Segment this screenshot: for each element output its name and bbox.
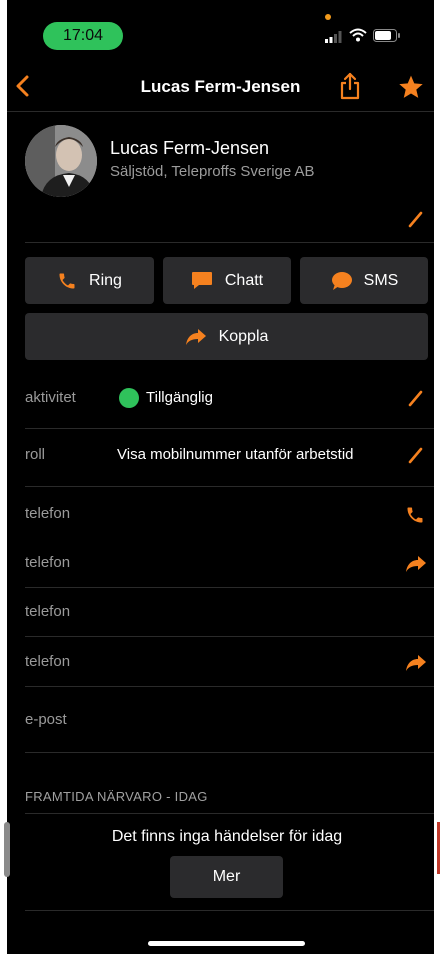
forward-arrow-icon[interactable]: [405, 654, 427, 677]
chat-label: Chatt: [224, 271, 264, 289]
phone-screen: 17:04 Lucas Ferm-Jensen Lucas Ferm-Jense…: [7, 0, 434, 954]
more-label: Mer: [212, 868, 241, 885]
edit-profile-pencil-icon[interactable]: [407, 210, 423, 233]
star-icon[interactable]: [398, 74, 424, 105]
share-icon[interactable]: [339, 72, 361, 105]
chat-bubble-icon: [191, 271, 212, 289]
detail-label-phone-3: telefon: [25, 603, 71, 620]
profile-divider: [25, 242, 434, 243]
detail-label-email: e-post: [25, 711, 67, 728]
row-divider: [25, 636, 434, 637]
detail-label-phone-4: telefon: [25, 653, 71, 670]
presence-section-heading: FRAMTIDA NÄRVARO - IDAG: [25, 789, 208, 804]
row-divider: [25, 486, 434, 487]
sms-button[interactable]: SMS: [300, 257, 428, 304]
forward-arrow-icon[interactable]: [405, 555, 427, 578]
row-divider: [25, 686, 434, 687]
contact-name: Lucas Ferm-Jensen: [110, 138, 270, 158]
contact-subtitle: Säljstöd, Teleproffs Sverige AB: [110, 163, 315, 180]
page-title: Lucas Ferm-Jensen: [7, 77, 434, 97]
chat-button[interactable]: Chatt: [163, 257, 291, 304]
section-divider: [25, 813, 434, 814]
status-available-dot: [119, 388, 139, 408]
presence-empty-text: Det finns inga händelser för idag: [111, 828, 343, 845]
transfer-button[interactable]: Koppla: [25, 313, 428, 360]
row-divider: [25, 428, 434, 429]
forward-arrow-icon: [185, 328, 206, 345]
ring-button[interactable]: Ring: [25, 257, 154, 304]
home-indicator[interactable]: [148, 941, 305, 946]
page-title-text: Lucas Ferm-Jensen: [140, 77, 301, 96]
left-scroll-handle[interactable]: [4, 822, 10, 877]
detail-label-phone-2: telefon: [25, 554, 71, 571]
detail-label-phone-1: telefon: [25, 505, 71, 522]
status-time: 17:04: [43, 22, 123, 50]
ring-label: Ring: [89, 271, 122, 289]
detail-label-role: roll: [25, 446, 46, 463]
detail-label-activity: aktivitet: [25, 389, 76, 406]
transfer-label: Koppla: [218, 327, 269, 345]
more-button[interactable]: Mer: [170, 856, 283, 898]
bottom-divider: [25, 910, 434, 911]
phone-icon: [59, 273, 75, 288]
nav-divider: [7, 111, 434, 112]
signal-icon: [325, 30, 343, 48]
edit-role-pencil-icon[interactable]: [407, 446, 423, 469]
detail-value-role: Visa mobilnummer utanför arbetstid: [117, 446, 354, 463]
sms-bubble-icon: [331, 271, 352, 290]
avatar: [25, 125, 97, 197]
sms-label: SMS: [363, 271, 399, 289]
row-divider: [25, 752, 434, 753]
battery-icon: [373, 29, 401, 47]
edit-activity-pencil-icon[interactable]: [407, 389, 423, 412]
detail-value-activity: Tillgänglig: [146, 389, 213, 406]
row-divider: [25, 587, 434, 588]
camera-indicator-dot: [325, 14, 331, 20]
call-phone-icon[interactable]: [405, 505, 425, 530]
wifi-icon: [349, 28, 367, 47]
